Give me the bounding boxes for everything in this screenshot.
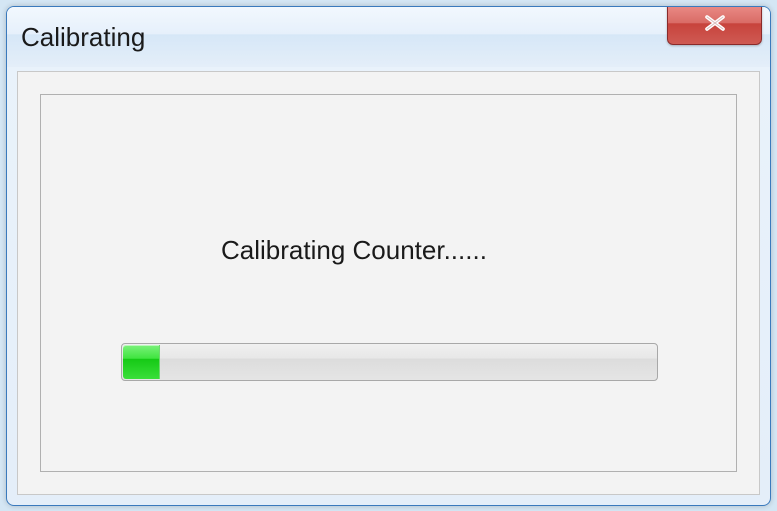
inner-panel: Calibrating Counter...... [40,94,737,472]
window-title: Calibrating [21,22,145,53]
client-area: Calibrating Counter...... [17,71,760,495]
close-button[interactable] [667,6,762,45]
progress-bar [121,343,658,381]
dialog-window: Calibrating Calibrating Counter...... [6,6,771,506]
status-label: Calibrating Counter...... [221,235,487,266]
titlebar: Calibrating [7,7,770,67]
progress-fill [123,345,160,379]
close-icon [697,12,733,39]
